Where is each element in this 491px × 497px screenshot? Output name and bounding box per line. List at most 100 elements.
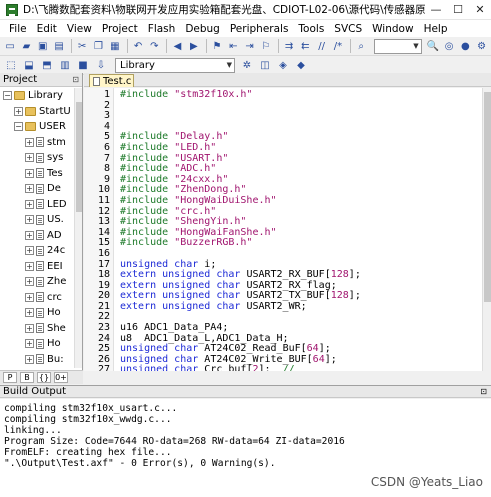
batch-build-icon[interactable]: ▥: [57, 58, 73, 73]
templates-tab[interactable]: 0+: [54, 372, 68, 383]
scrollbar-thumb[interactable]: [76, 102, 82, 212]
next-bookmark-icon[interactable]: ⇥: [242, 39, 256, 54]
find-combo[interactable]: ▼: [374, 38, 422, 54]
menu-flash[interactable]: Flash: [143, 23, 181, 35]
tree-item[interactable]: + AD: [0, 228, 75, 244]
save-icon[interactable]: ▣: [36, 39, 50, 54]
menu-project[interactable]: Project: [97, 23, 143, 35]
expand-icon[interactable]: +: [25, 215, 34, 225]
tree-item[interactable]: + EEI: [0, 259, 75, 275]
build-output-panel[interactable]: compiling stm32f10x_usart.c... compiling …: [0, 399, 491, 497]
tree-item[interactable]: + Tes: [0, 166, 75, 182]
tree-item[interactable]: + Bu:: [0, 352, 75, 368]
tree-item[interactable]: + StartU: [0, 104, 75, 120]
debug-icon[interactable]: ●: [458, 39, 472, 54]
indent-icon[interactable]: ⇉: [282, 39, 296, 54]
file-extensions-icon[interactable]: ◫: [257, 58, 273, 73]
expand-icon[interactable]: +: [25, 184, 34, 194]
tree-item[interactable]: + sys: [0, 150, 75, 166]
expand-icon[interactable]: +: [25, 153, 34, 163]
unindent-icon[interactable]: ⇇: [298, 39, 312, 54]
expand-icon[interactable]: +: [25, 354, 34, 364]
menu-debug[interactable]: Debug: [180, 23, 225, 35]
clear-bookmarks-icon[interactable]: ⚐: [259, 39, 273, 54]
pin-icon[interactable]: ⊡: [72, 75, 79, 84]
collapse-icon[interactable]: −: [3, 91, 12, 101]
target-select[interactable]: Library ▼: [115, 57, 235, 73]
menu-edit[interactable]: Edit: [32, 23, 62, 35]
tree-item[interactable]: − USER: [0, 119, 75, 135]
project-tree-vertical-scrollbar[interactable]: [74, 88, 82, 368]
tree-item[interactable]: + LED: [0, 197, 75, 213]
target-options-icon[interactable]: ✲: [239, 58, 255, 73]
bookmark-icon[interactable]: ⚑: [210, 39, 224, 54]
maximize-button[interactable]: ☐: [447, 0, 469, 20]
tree-item[interactable]: + Ho: [0, 336, 75, 352]
menu-svcs[interactable]: SVCS: [329, 23, 367, 35]
open-folder-icon[interactable]: ▰: [19, 39, 33, 54]
menu-view[interactable]: View: [62, 23, 97, 35]
build-icon[interactable]: ⬓: [21, 58, 37, 73]
collapse-icon[interactable]: −: [14, 122, 23, 132]
tree-item[interactable]: + She: [0, 321, 75, 337]
search-icon[interactable]: 🔍: [426, 39, 440, 54]
nav-forward-icon[interactable]: ▶: [187, 39, 201, 54]
rebuild-icon[interactable]: ⬒: [39, 58, 55, 73]
tree-item[interactable]: + Zhe: [0, 274, 75, 290]
expand-icon[interactable]: +: [14, 106, 23, 116]
tree-item[interactable]: +24c: [0, 243, 75, 259]
menu-peripherals[interactable]: Peripherals: [225, 23, 294, 35]
paste-icon[interactable]: ▦: [108, 39, 122, 54]
pack-installer-icon[interactable]: ◆: [293, 58, 309, 73]
comment-icon[interactable]: //: [315, 39, 329, 54]
copy-icon[interactable]: ❐: [91, 39, 105, 54]
expand-icon[interactable]: +: [25, 292, 34, 302]
cut-icon[interactable]: ✂: [75, 39, 89, 54]
tree-item[interactable]: + Ho: [0, 305, 75, 321]
code-editor[interactable]: 1 #include "stm32f10x.h" 2 3 4 5 #include "Del…: [84, 88, 491, 371]
expand-icon[interactable]: +: [25, 261, 34, 271]
pin-icon[interactable]: ⊡: [480, 387, 487, 396]
expand-icon[interactable]: +: [25, 230, 34, 240]
stop-build-icon[interactable]: ■: [75, 58, 91, 73]
undo-icon[interactable]: ↶: [131, 39, 145, 54]
tab-test-c[interactable]: Test.c: [89, 74, 134, 87]
project-tab[interactable]: P: [3, 372, 17, 383]
expand-icon[interactable]: +: [25, 246, 34, 256]
menu-tools[interactable]: Tools: [293, 23, 329, 35]
download-icon[interactable]: ⇩: [93, 58, 109, 73]
config-icon[interactable]: ⚙: [475, 39, 489, 54]
tree-item[interactable]: +CORE: [0, 367, 75, 368]
expand-icon[interactable]: +: [25, 168, 34, 178]
expand-icon[interactable]: +: [25, 308, 34, 318]
compile-icon[interactable]: ⬚: [3, 58, 19, 73]
nav-back-icon[interactable]: ◀: [170, 39, 184, 54]
manage-components-icon[interactable]: ◈: [275, 58, 291, 73]
menu-help[interactable]: Help: [419, 23, 453, 35]
expand-icon[interactable]: +: [25, 277, 34, 287]
functions-tab[interactable]: {}: [37, 372, 51, 383]
tree-item[interactable]: + stm: [0, 135, 75, 151]
expand-icon[interactable]: +: [25, 323, 34, 333]
scrollbar-thumb[interactable]: [484, 92, 491, 302]
incremental-find-icon[interactable]: ◎: [442, 39, 456, 54]
minimize-button[interactable]: —: [425, 0, 447, 20]
tree-item[interactable]: + De: [0, 181, 75, 197]
menu-file[interactable]: File: [4, 23, 32, 35]
tree-item[interactable]: + US.: [0, 212, 75, 228]
find-in-files-icon[interactable]: ⌕: [354, 39, 368, 54]
editor-vertical-scrollbar[interactable]: [482, 88, 491, 371]
tree-item[interactable]: + crc: [0, 290, 75, 306]
close-button[interactable]: ✕: [469, 0, 491, 20]
uncomment-icon[interactable]: /*: [331, 39, 345, 54]
tree-item[interactable]: − Library: [0, 88, 75, 104]
books-tab[interactable]: B: [20, 372, 34, 383]
expand-icon[interactable]: +: [25, 199, 34, 209]
save-all-icon[interactable]: ▤: [52, 39, 66, 54]
expand-icon[interactable]: +: [25, 137, 34, 147]
new-file-icon[interactable]: ▭: [3, 39, 17, 54]
menu-window[interactable]: Window: [367, 23, 418, 35]
prev-bookmark-icon[interactable]: ⇤: [226, 39, 240, 54]
redo-icon[interactable]: ↷: [147, 39, 161, 54]
expand-icon[interactable]: +: [25, 339, 34, 349]
